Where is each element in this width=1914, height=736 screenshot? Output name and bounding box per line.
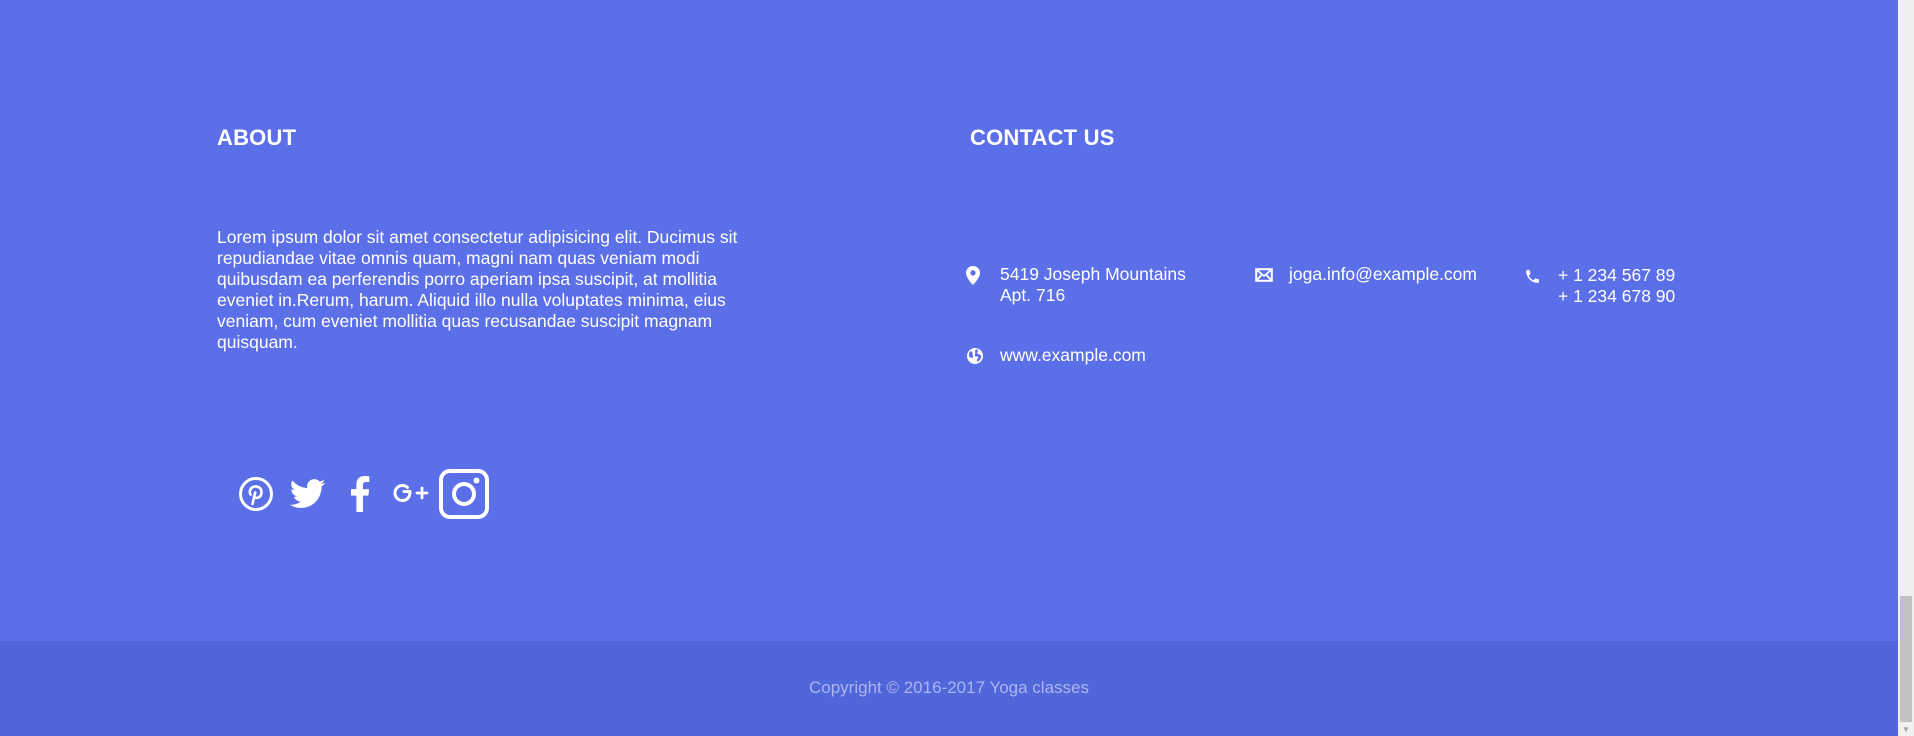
address-line1: 5419 Joseph Mountains [1000,264,1186,284]
twitter-link[interactable] [282,468,334,520]
pinterest-icon [239,477,273,511]
contact-address: 5419 Joseph Mountains Apt. 716 [966,264,1186,306]
copyright-text: Copyright © 2016-2017 Yoga classes [809,677,1089,697]
footer-main: ABOUT Lorem ipsum dolor sit amet consect… [0,0,1898,641]
facebook-link[interactable] [334,468,386,520]
google-plus-link[interactable] [386,468,438,520]
about-heading: ABOUT [217,125,297,150]
phone-1[interactable]: + 1 234 567 89 [1558,265,1675,286]
address-line2: Apt. 716 [1000,285,1066,305]
email-link[interactable]: joga.info@example.com [1289,264,1477,285]
instagram-icon [439,469,489,519]
phone-2[interactable]: + 1 234 678 90 [1558,286,1675,307]
contact-website: www.example.com [966,345,1146,367]
website-link[interactable]: www.example.com [1000,345,1146,366]
page: ABOUT Lorem ipsum dolor sit amet consect… [0,0,1914,736]
contact-email: joga.info@example.com [1255,264,1477,286]
globe-icon [966,345,1000,367]
social-links [230,468,490,520]
twitter-icon [290,479,326,508]
footer-bottom-bar: Copyright © 2016-2017 Yoga classes [0,641,1898,736]
phone-icon [1524,265,1558,287]
vertical-scrollbar[interactable]: ▼ [1898,0,1914,736]
scroll-down-arrow-icon[interactable]: ▼ [1898,722,1914,736]
contact-phone: + 1 234 567 89 + 1 234 678 90 [1524,265,1675,307]
facebook-icon [351,476,370,512]
map-pin-icon [966,264,1000,286]
envelope-icon [1255,264,1289,286]
about-text: Lorem ipsum dolor sit amet consectetur a… [217,227,738,352]
contact-heading: CONTACT US [970,125,1115,150]
instagram-link[interactable] [438,468,490,520]
pinterest-link[interactable] [230,468,282,520]
google-plus-icon [393,483,429,503]
scrollbar-thumb[interactable] [1900,596,1912,722]
